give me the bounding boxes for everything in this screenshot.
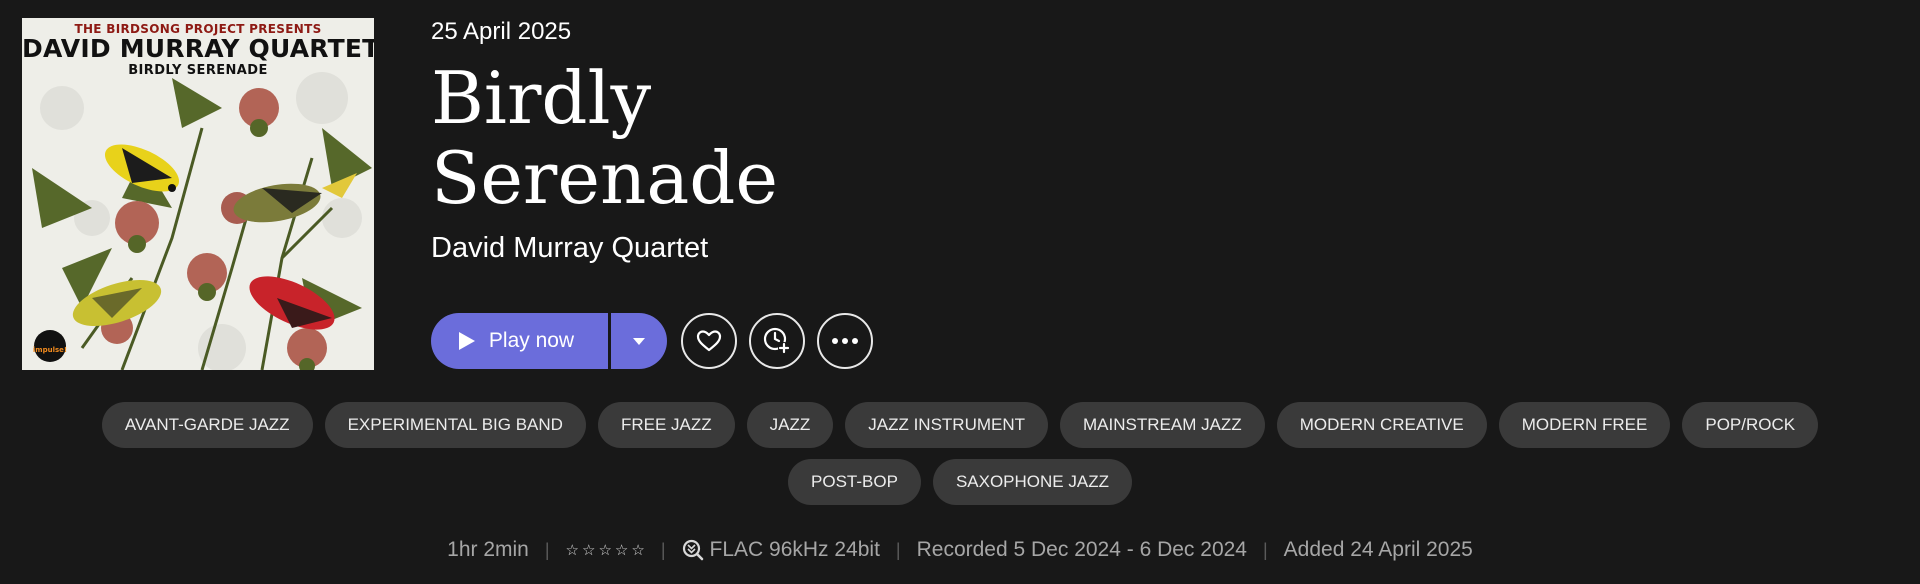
more-icon — [832, 338, 858, 344]
separator: | — [544, 539, 550, 560]
star-icon[interactable]: ☆ — [631, 541, 644, 559]
genre-tag[interactable]: POST-BOP — [788, 459, 921, 505]
play-button-group: Play now — [431, 313, 667, 369]
separator: | — [895, 539, 901, 560]
cover-subtitle: BIRDLY SERENADE — [128, 63, 268, 78]
separator: | — [660, 539, 666, 560]
genre-tag[interactable]: AVANT-GARDE JAZZ — [101, 402, 313, 448]
play-now-label: Play now — [488, 329, 575, 352]
genre-tag[interactable]: MAINSTREAM JAZZ — [1060, 402, 1265, 448]
star-icon[interactable]: ☆ — [566, 541, 579, 559]
genre-tag[interactable]: JAZZ INSTRUMENT — [845, 402, 1049, 448]
heart-icon — [696, 330, 722, 352]
duration: 1hr 2min — [447, 538, 529, 561]
star-icon[interactable]: ☆ — [582, 541, 595, 559]
recorded-dates: Recorded 5 Dec 2024 - 6 Dec 2024 — [916, 538, 1247, 561]
release-date: 25 April 2025 — [431, 18, 572, 45]
cover-title: DAVID MURRAY QUARTET — [22, 34, 374, 63]
favorite-button[interactable] — [681, 313, 737, 369]
genre-tag[interactable]: FREE JAZZ — [597, 402, 735, 448]
genre-tag[interactable]: EXPERIMENTAL BIG BAND — [324, 402, 586, 448]
genre-tags: AVANT-GARDE JAZZ EXPERIMENTAL BIG BAND FRE… — [0, 402, 1920, 505]
artist-link[interactable]: David Murray Quartet — [431, 232, 708, 265]
more-options-button[interactable] — [817, 313, 873, 369]
album-info: 1hr 2min | ☆ ☆ ☆ ☆ ☆ | FLAC 96kHz 24bit | Re… — [0, 538, 1920, 562]
caret-down-icon — [633, 337, 645, 345]
play-icon — [458, 332, 475, 350]
genre-tag[interactable]: JAZZ — [746, 402, 834, 448]
added-date: Added 24 April 2025 — [1283, 538, 1473, 561]
clock-plus-icon — [763, 327, 790, 354]
album-title: Birdly Serenade — [431, 56, 778, 220]
quality-label: FLAC 96kHz 24bit — [709, 538, 880, 561]
play-options-dropdown[interactable] — [611, 313, 667, 369]
star-icon[interactable]: ☆ — [598, 541, 611, 559]
play-now-button[interactable]: Play now — [431, 313, 608, 369]
genre-tag[interactable]: MODERN FREE — [1498, 402, 1671, 448]
quality-search-icon — [682, 539, 703, 561]
genre-tag[interactable]: POP/ROCK — [1682, 402, 1819, 448]
album-cover[interactable]: THE BIRDSONG PROJECT PRESENTS DAVID MURR… — [22, 18, 374, 370]
separator: | — [1262, 539, 1268, 560]
add-to-queue-button[interactable] — [749, 313, 805, 369]
audio-quality[interactable]: FLAC 96kHz 24bit — [682, 538, 880, 562]
label-logo: impulse! — [33, 330, 67, 362]
rating-stars[interactable]: ☆ ☆ ☆ ☆ ☆ — [566, 541, 645, 559]
genre-tag[interactable]: MODERN CREATIVE — [1276, 402, 1487, 448]
star-icon[interactable]: ☆ — [615, 541, 628, 559]
album-page: THE BIRDSONG PROJECT PRESENTS DAVID MURR… — [0, 0, 1920, 584]
genre-tag[interactable]: SAXOPHONE JAZZ — [932, 459, 1132, 505]
